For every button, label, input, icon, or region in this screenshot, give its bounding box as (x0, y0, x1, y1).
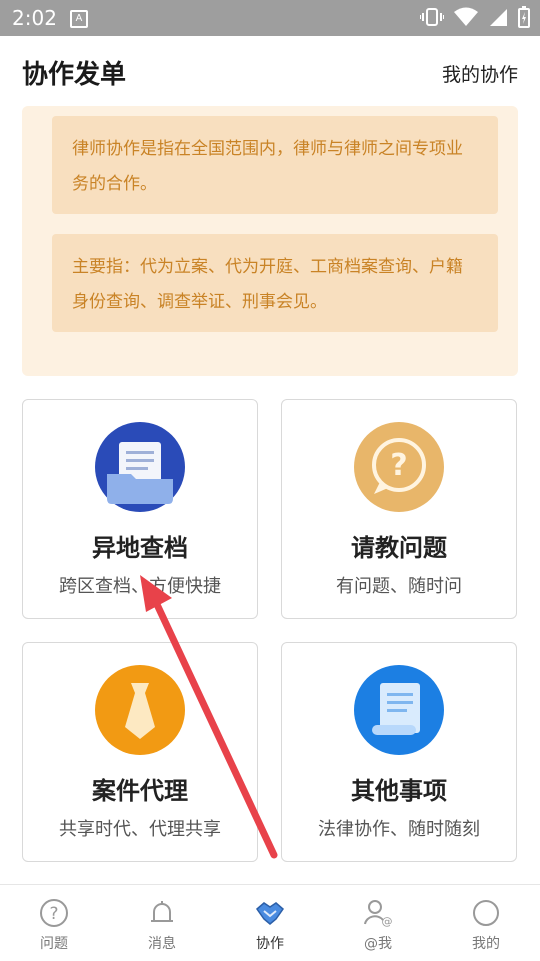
intro-card: 律师协作是指在全国范围内，律师与律师之间专项业务的合作。 主要指：代为立案、代为… (22, 106, 518, 376)
wifi-icon (454, 7, 478, 26)
status-time: 2:02 (12, 6, 57, 30)
intro-text-2: 主要指：代为立案、代为开庭、工商档案查询、户籍身份查询、调查举证、刑事会见。 (52, 234, 498, 332)
svg-text:?: ? (390, 448, 407, 483)
tie-icon (95, 665, 185, 755)
scroll-document-icon (354, 665, 444, 755)
tab-label: 问题 (40, 936, 68, 952)
question-circle-icon: ? (40, 899, 68, 927)
tab-collaboration[interactable]: 协作 (216, 885, 324, 961)
tile-subtitle: 跨区查档、方便快捷 (59, 576, 221, 597)
user-at-icon: @ (364, 900, 393, 928)
intro-text-1: 律师协作是指在全国范围内，律师与律师之间专项业务的合作。 (52, 116, 498, 214)
svg-text:?: ? (49, 904, 58, 924)
signal-icon (490, 9, 507, 26)
tile-title: 其他事项 (351, 777, 447, 805)
tab-messages[interactable]: 消息 (108, 885, 216, 961)
tab-questions[interactable]: ? 问题 (0, 885, 108, 961)
tile-title: 异地查档 (92, 534, 188, 562)
folder-document-icon (95, 422, 185, 512)
svg-text:@: @ (382, 915, 393, 928)
vibrate-icon (420, 8, 444, 26)
tile-subtitle: 法律协作、随时随刻 (318, 819, 480, 840)
handshake-icon (255, 902, 285, 925)
page-header: 协作发单 我的协作 (0, 36, 540, 106)
tile-title: 请教问题 (351, 534, 447, 562)
tile-subtitle: 有问题、随时问 (336, 576, 462, 597)
battery-icon (518, 6, 530, 28)
page-title: 协作发单 (22, 60, 127, 90)
tab-label: 我的 (472, 936, 500, 952)
question-bubble-icon: ? (354, 422, 444, 512)
bottom-tab-bar: ? 问题 消息 协作 @ @我 我的 (0, 884, 540, 961)
status-icons (420, 6, 530, 28)
profile-circle-icon (473, 900, 499, 926)
tile-subtitle: 共享时代、代理共享 (59, 819, 221, 840)
tab-mentions[interactable]: @ @我 (324, 885, 432, 961)
bell-icon (151, 901, 173, 922)
my-collab-link[interactable]: 我的协作 (442, 60, 518, 87)
notification-badge-icon: A (70, 10, 88, 28)
tile-title: 案件代理 (92, 777, 188, 805)
tile-case-agency[interactable]: 案件代理 共享时代、代理共享 (22, 642, 258, 862)
tab-label: @我 (364, 936, 392, 952)
tab-label: 消息 (148, 936, 176, 952)
tile-ask-question[interactable]: ? 请教问题 有问题、随时问 (281, 399, 517, 619)
tab-label: 协作 (256, 936, 284, 952)
status-bar: 2:02 A (0, 0, 540, 36)
tile-remote-archive[interactable]: 异地查档 跨区查档、方便快捷 (22, 399, 258, 619)
tab-profile[interactable]: 我的 (432, 885, 540, 961)
tile-other-matters[interactable]: 其他事项 法律协作、随时随刻 (281, 642, 517, 862)
